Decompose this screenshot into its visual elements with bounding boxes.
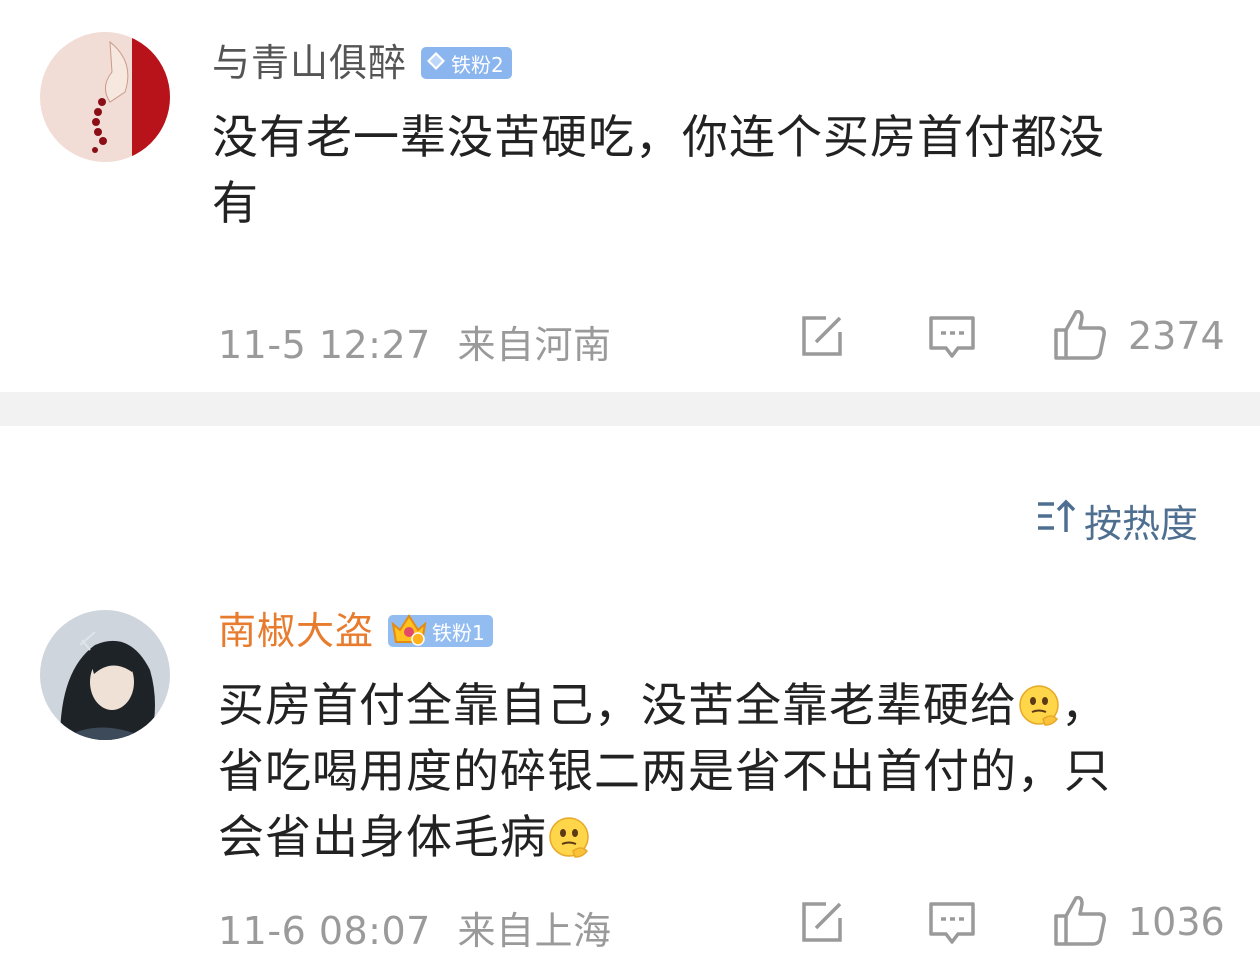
content-line: 省吃喝用度的碎银二两是省不出首付的，只 <box>218 744 1111 798</box>
comment-icon[interactable] <box>926 896 978 948</box>
section-divider <box>0 392 1260 426</box>
avatar[interactable] <box>40 610 170 740</box>
comment-location: 来自上海 <box>457 909 612 953</box>
like-count: 1036 <box>1128 900 1225 944</box>
crown-icon <box>390 610 428 653</box>
avatar[interactable] <box>40 32 170 162</box>
comment-content: 没有老一辈没苦硬吃，你连个买房首付都没 有 <box>212 104 1212 236</box>
comment-location: 来自河南 <box>457 323 612 367</box>
share-icon[interactable] <box>796 896 848 948</box>
fan-badge: 铁粉1 <box>388 613 493 647</box>
badge-label: 铁粉1 <box>432 620 485 645</box>
comment-time: 11-5 12:27 <box>218 323 431 367</box>
content-line: 买房首付全靠自己，没苦全靠老辈硬给 ， <box>218 678 1108 732</box>
comment-item: 与青山俱醉 铁粉2 没有老一辈没苦硬吃，你连个买房首付都没 有 11-5 12:… <box>0 0 1260 392</box>
like-count: 2374 <box>1128 314 1225 358</box>
content-line: 有 <box>212 176 259 230</box>
sort-toggle[interactable]: 按热度 <box>1036 493 1198 548</box>
comment-meta: 11-6 08:07 来自上海 <box>218 900 611 955</box>
username[interactable]: 与青山俱醉 <box>212 44 407 82</box>
badge-label: 铁粉2 <box>451 52 504 77</box>
sort-label: 按热度 <box>1084 502 1199 546</box>
comment-content: 买房首付全靠自己，没苦全靠老辈硬给 ， 省吃喝用度的碎银二两是省不出首付的，只 … <box>218 672 1228 870</box>
comment-time: 11-6 08:07 <box>218 909 431 953</box>
comment-item: 南椒大盗 铁粉1 买房首付全靠自己，没苦全靠老辈硬给 ， 省吃喝用度的碎银二两是… <box>0 580 1260 964</box>
sort-icon <box>1036 498 1076 543</box>
comment-icon[interactable] <box>926 310 978 362</box>
diamond-icon <box>425 50 447 77</box>
like-icon[interactable] <box>1052 892 1108 948</box>
username[interactable]: 南椒大盗 <box>218 612 374 650</box>
content-line: 没有老一辈没苦硬吃，你连个买房首付都没 <box>212 110 1105 164</box>
share-icon[interactable] <box>796 310 848 362</box>
fan-badge: 铁粉2 <box>421 47 512 79</box>
content-line: 会省出身体毛病 <box>218 804 1228 870</box>
like-icon[interactable] <box>1052 306 1108 362</box>
thinking-emoji <box>1017 678 1061 726</box>
thinking-emoji <box>547 810 591 858</box>
comment-meta: 11-5 12:27 来自河南 <box>218 314 611 369</box>
